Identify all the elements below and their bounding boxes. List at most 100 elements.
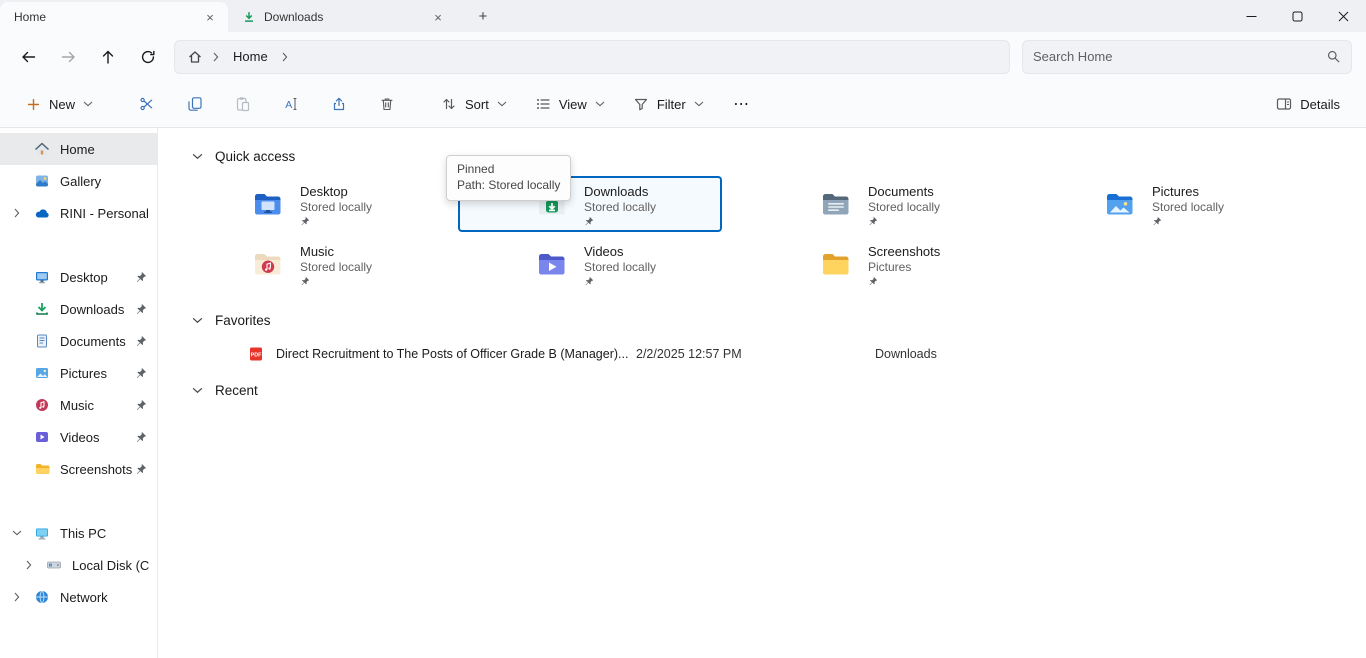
sidebar-item-desktop[interactable]: Desktop <box>0 261 157 293</box>
pdf-icon: PDF <box>248 346 264 362</box>
chevron-down-icon[interactable] <box>192 387 203 394</box>
sidebar-item-this-pc[interactable]: This PC <box>0 517 157 549</box>
sidebar-item-downloads[interactable]: Downloads <box>0 293 157 325</box>
chevron-right-icon[interactable] <box>12 560 46 570</box>
chevron-right-icon[interactable] <box>213 52 219 62</box>
refresh-button[interactable] <box>128 39 168 75</box>
tile-name: Screenshots <box>868 243 940 260</box>
sidebar-item-onedrive[interactable]: RINI - Personal <box>0 197 157 229</box>
up-button[interactable] <box>88 39 128 75</box>
sidebar-item-local-disk-c[interactable]: Local Disk (C:) <box>0 549 157 581</box>
command-toolbar: New A Sort View Filter ⋯ Details <box>0 81 1366 128</box>
tile-meta: Documents Stored locally <box>868 183 940 226</box>
section-favorites: Favorites <box>158 304 1366 336</box>
share-button[interactable] <box>319 86 359 122</box>
chevron-down-icon[interactable] <box>192 153 203 160</box>
tile-name: Music <box>300 243 372 260</box>
pin-icon <box>135 303 149 315</box>
sidebar-group-gap <box>0 485 157 517</box>
home-breadcrumb-icon[interactable] <box>187 49 203 65</box>
rename-button[interactable]: A <box>271 86 311 122</box>
tile-videos[interactable]: Videos Stored locally <box>458 236 722 292</box>
tile-subtitle: Stored locally <box>584 260 656 275</box>
tile-subtitle: Pictures <box>868 260 940 275</box>
back-button[interactable] <box>8 39 48 75</box>
paste-button[interactable] <box>223 86 263 122</box>
copy-button[interactable] <box>175 86 215 122</box>
sidebar-item-label: This PC <box>60 526 149 541</box>
pin-icon <box>300 216 372 226</box>
section-title: Favorites <box>215 313 271 328</box>
tile-subtitle: Stored locally <box>1152 200 1224 215</box>
sidebar-item-home[interactable]: Home <box>0 133 157 165</box>
tile-name: Documents <box>868 183 940 200</box>
tile-desktop[interactable]: Desktop Stored locally <box>174 176 438 232</box>
titlebar: Home × Downloads × + <box>0 0 1366 32</box>
music-icon <box>34 397 50 413</box>
filter-icon <box>633 96 649 112</box>
search-box[interactable] <box>1022 40 1352 74</box>
network-icon <box>34 589 50 605</box>
favorites-file-row[interactable]: PDF Direct Recruitment to The Posts of O… <box>158 340 1366 368</box>
chevron-down-icon[interactable] <box>0 530 34 536</box>
plus-icon <box>26 97 41 112</box>
section-quick-access: Quick access <box>158 140 1366 172</box>
new-tab-button[interactable]: + <box>470 4 496 28</box>
address-bar[interactable]: Home <box>174 40 1010 74</box>
chevron-right-icon[interactable] <box>0 592 34 602</box>
pin-icon <box>300 276 372 286</box>
view-button-label: View <box>559 97 587 112</box>
close-button[interactable] <box>1320 0 1366 32</box>
filter-button[interactable]: Filter <box>623 86 714 122</box>
tab-close-icon[interactable]: × <box>428 7 448 27</box>
tile-subtitle: Stored locally <box>300 200 372 215</box>
cut-button[interactable] <box>127 86 167 122</box>
tab-home[interactable]: Home × <box>0 2 228 32</box>
breadcrumb[interactable]: Home <box>229 47 272 66</box>
sidebar-item-pictures[interactable]: Pictures <box>0 357 157 389</box>
sidebar-item-network[interactable]: Network <box>0 581 157 613</box>
new-button[interactable]: New <box>16 86 103 122</box>
delete-button[interactable] <box>367 86 407 122</box>
sidebar-item-label: Pictures <box>60 366 135 381</box>
tooltip: Pinned Path: Stored locally <box>446 155 571 201</box>
sidebar-item-gallery[interactable]: Gallery <box>0 165 157 197</box>
sidebar-item-label: Network <box>60 590 149 605</box>
more-options-button[interactable]: ⋯ <box>722 86 762 122</box>
tab-label: Home <box>14 10 192 24</box>
file-location: Downloads <box>875 347 937 361</box>
view-button[interactable]: View <box>525 86 615 122</box>
sidebar-item-screenshots[interactable]: Screenshots <box>0 453 157 485</box>
chevron-right-icon[interactable] <box>282 52 288 62</box>
search-icon[interactable] <box>1326 49 1341 64</box>
forward-button[interactable] <box>48 39 88 75</box>
sidebar-item-label: Gallery <box>60 174 149 189</box>
minimize-button[interactable] <box>1228 0 1274 32</box>
tooltip-path: Path: Stored locally <box>457 177 560 193</box>
search-input[interactable] <box>1033 49 1326 64</box>
sidebar-item-videos[interactable]: Videos <box>0 421 157 453</box>
details-button[interactable]: Details <box>1266 86 1350 122</box>
tile-subtitle: Stored locally <box>300 260 372 275</box>
chevron-down-icon[interactable] <box>192 317 203 324</box>
svg-text:PDF: PDF <box>251 352 262 358</box>
chevron-down-icon <box>694 101 704 107</box>
tile-name: Videos <box>584 243 656 260</box>
tile-screenshots[interactable]: Screenshots Pictures <box>742 236 1006 292</box>
pin-icon <box>135 367 149 379</box>
chevron-right-icon[interactable] <box>0 208 34 218</box>
sort-button[interactable]: Sort <box>431 86 517 122</box>
sidebar-item-documents[interactable]: Documents <box>0 325 157 357</box>
sidebar-item-music[interactable]: Music <box>0 389 157 421</box>
view-icon <box>535 96 551 112</box>
downloads-icon <box>34 301 50 317</box>
maximize-button[interactable] <box>1274 0 1320 32</box>
music-folder-icon <box>252 248 284 280</box>
tab-downloads[interactable]: Downloads × <box>228 2 456 32</box>
desktop-icon <box>34 269 50 285</box>
tab-close-icon[interactable]: × <box>200 7 220 27</box>
content-area: Home Gallery RINI - Personal Desktop Dow… <box>0 128 1366 658</box>
tile-pictures[interactable]: Pictures Stored locally <box>1026 176 1290 232</box>
tile-music[interactable]: Music Stored locally <box>174 236 438 292</box>
tile-documents[interactable]: Documents Stored locally <box>742 176 1006 232</box>
